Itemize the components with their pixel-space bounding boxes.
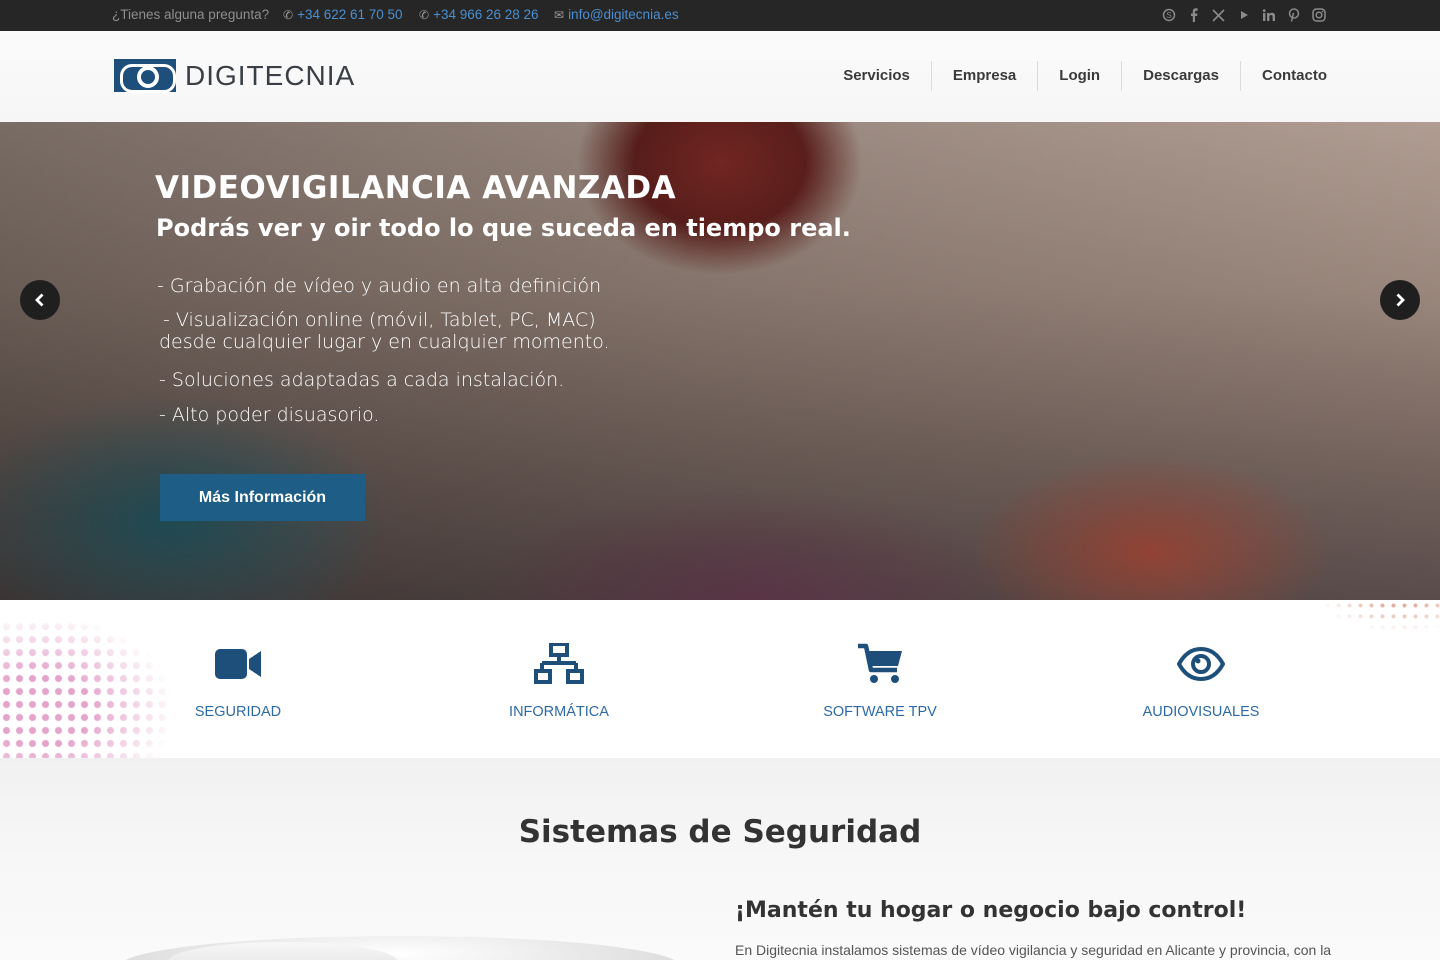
phone-1-text: +34 622 61 70 50 <box>297 7 403 22</box>
service-label: INFORMÁTICA <box>509 704 609 720</box>
envelope-icon: ✉ <box>554 7 565 22</box>
email-link[interactable]: ✉ info@digitecnia.es <box>554 7 679 22</box>
hero-feature-2b: desde cualquier lugar y en cualquier mom… <box>159 331 610 353</box>
chevron-right-icon <box>1396 293 1405 307</box>
service-audiovisuales[interactable]: AUDIOVISUALES <box>1101 640 1301 720</box>
video-camera-icon <box>138 640 338 688</box>
top-bar: ¿Tienes alguna pregunta? ✆ +34 622 61 70… <box>0 0 1440 31</box>
hero-feature-4: - Alto poder disuasorio. <box>159 404 380 426</box>
service-label: SOFTWARE TPV <box>823 704 937 720</box>
hero-subtitle: Podrás ver y oir todo lo que suceda en t… <box>156 214 851 242</box>
slider-next-button[interactable] <box>1380 280 1420 320</box>
hero-title: VIDEOVIGILANCIA AVANZADA <box>155 170 677 206</box>
main-nav: Servicios Empresa Login Descargas Contac… <box>822 61 1348 91</box>
shopping-cart-icon <box>780 640 980 688</box>
email-text: info@digitecnia.es <box>568 7 679 22</box>
youtube-icon[interactable] <box>1236 6 1251 24</box>
section-text: En Digitecnia instalamos sistemas de víd… <box>735 942 1332 958</box>
hero-feature-3: - Soluciones adaptadas a cada instalació… <box>159 369 565 391</box>
x-icon[interactable] <box>1211 6 1226 24</box>
decorative-dots <box>1300 600 1440 640</box>
contact-question: ¿Tienes alguna pregunta? <box>112 7 270 22</box>
eye-icon <box>1101 640 1301 688</box>
phone-link-1[interactable]: ✆ +34 622 61 70 50 <box>283 7 403 22</box>
nav-servicios[interactable]: Servicios <box>822 61 931 91</box>
service-seguridad[interactable]: SEGURIDAD <box>138 640 338 720</box>
linkedin-icon[interactable] <box>1261 6 1276 24</box>
network-icon <box>459 640 659 688</box>
skype-icon[interactable]: S <box>1161 6 1176 24</box>
logo-mark-icon <box>114 59 176 93</box>
chevron-left-icon <box>35 293 44 307</box>
nav-contacto[interactable]: Contacto <box>1240 61 1348 91</box>
more-info-button[interactable]: Más Información <box>160 474 365 521</box>
section-title: Sistemas de Seguridad <box>518 814 922 850</box>
service-informatica[interactable]: INFORMÁTICA <box>459 640 659 720</box>
nav-login[interactable]: Login <box>1037 61 1121 91</box>
service-label: AUDIOVISUALES <box>1142 704 1260 720</box>
hero-feature-2: - Visualización online (móvil, Tablet, P… <box>157 309 596 331</box>
social-links: S <box>1161 6 1326 24</box>
security-section: Sistemas de Seguridad ¡Mantén tu hogar o… <box>0 758 1440 960</box>
security-camera-image <box>120 936 680 960</box>
phone-link-2[interactable]: ✆ +34 966 26 28 26 <box>419 7 539 22</box>
site-logo[interactable]: DIGITECNIA <box>114 59 356 93</box>
pinterest-icon[interactable] <box>1286 6 1301 24</box>
hero-slider: VIDEOVIGILANCIA AVANZADA Podrás ver y oi… <box>0 122 1440 600</box>
slider-prev-button[interactable] <box>20 280 60 320</box>
phone-icon: ✆ <box>283 7 294 22</box>
nav-descargas[interactable]: Descargas <box>1121 61 1240 91</box>
nav-empresa[interactable]: Empresa <box>930 61 1037 91</box>
section-subtitle: ¡Mantén tu hogar o negocio bajo control! <box>735 898 1247 923</box>
services-strip: SEGURIDAD INFORMÁTICA SOFTWARE TPV AUDIO… <box>0 600 1440 758</box>
instagram-icon[interactable] <box>1311 6 1326 24</box>
logo-text: DIGITECNIA <box>185 59 356 91</box>
site-header: DIGITECNIA Servicios Empresa Login Desca… <box>0 31 1440 122</box>
hero-feature-1: - Grabación de vídeo y audio en alta def… <box>157 275 602 297</box>
facebook-icon[interactable] <box>1186 6 1201 24</box>
service-software-tpv[interactable]: SOFTWARE TPV <box>780 640 980 720</box>
phone-2-text: +34 966 26 28 26 <box>433 7 539 22</box>
service-label: SEGURIDAD <box>194 704 282 720</box>
svg-text:S: S <box>1166 11 1171 20</box>
phone-icon: ✆ <box>419 7 430 22</box>
